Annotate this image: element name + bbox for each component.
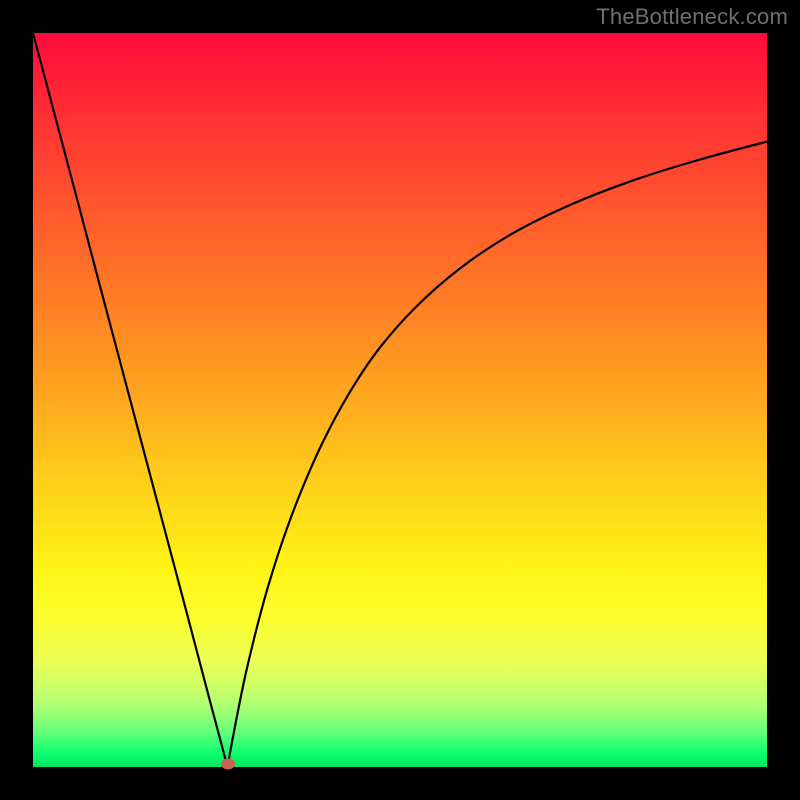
- minimum-marker: [221, 759, 235, 770]
- chart-frame: TheBottleneck.com: [0, 0, 800, 800]
- plot-area: [33, 33, 767, 767]
- curve-left-branch: [33, 33, 228, 767]
- bottleneck-curve: [33, 33, 767, 767]
- curve-right-branch: [228, 142, 767, 767]
- watermark-text: TheBottleneck.com: [596, 4, 788, 30]
